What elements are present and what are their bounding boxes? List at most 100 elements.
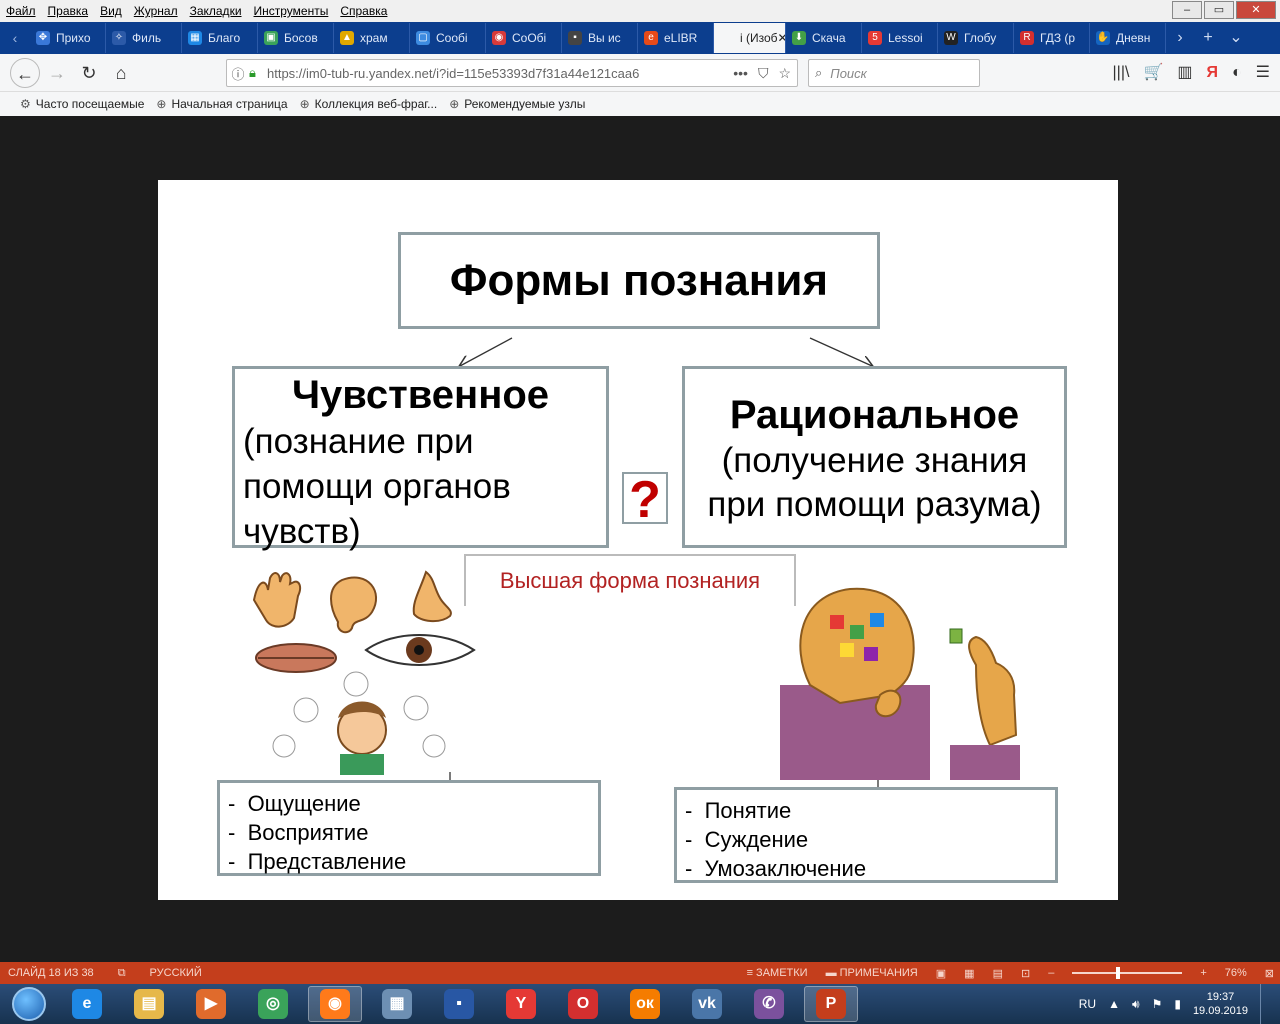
browser-tab[interactable]: W Глобу [938,23,1014,53]
language-indicator[interactable]: РУССКИЙ [150,967,202,979]
browser-tab[interactable]: ▢ Сообі [410,23,486,53]
normal-view-icon[interactable]: ▣ [936,967,946,980]
rational-box: Рациональное (получение знания при помощ… [682,366,1067,548]
tab-favicon-icon: e [644,31,658,45]
library-icon[interactable]: |||\ [1113,59,1130,87]
browser-tab[interactable]: ▣ Босов [258,23,334,53]
zoom-slider[interactable] [1072,967,1183,979]
taskbar-save-disk-icon[interactable]: ▪ [432,986,486,1022]
menu-history[interactable]: Журнал [128,4,184,18]
browser-tab[interactable]: ◉ СоОбі [486,23,562,53]
browser-tab[interactable]: ▲ храм [334,23,410,53]
taskbar-chrome-icon[interactable]: ◎ [246,986,300,1022]
browser-tab[interactable]: ▪ Вы ис [562,23,638,53]
forward-icon[interactable]: → [42,58,72,88]
taskbar-yandex-icon[interactable]: Y [494,986,548,1022]
browser-tab[interactable]: i (Изоб✕ [714,23,786,53]
tab-label: eLIBR [664,31,698,45]
browser-tab[interactable]: 5 Lessoі [862,23,938,53]
maximize-button[interactable]: ▭ [1204,1,1234,19]
zoom-out-icon[interactable]: – [1048,967,1054,979]
tab-scroll-right-icon[interactable]: › [1166,22,1194,54]
minimize-button[interactable]: – [1172,1,1202,19]
browser-tab[interactable]: ▦ Благо [182,23,258,53]
taskbar-viber-icon[interactable]: ✆ [742,986,796,1022]
reading-view-icon[interactable]: ▤ [993,967,1003,980]
browser-tab[interactable]: ✥ Прихо [30,23,106,53]
fit-slide-icon[interactable]: ⊠ [1265,967,1274,980]
gear-icon: ⚙ [20,97,31,111]
browser-tab[interactable]: ✋ Дневн [1090,23,1166,53]
tab-scroll-left-icon[interactable]: ‹ [0,22,30,54]
account-icon[interactable]: ◐ [1232,59,1242,87]
tab-favicon-icon: ▢ [416,31,430,45]
clock[interactable]: 19:37 19.09.2019 [1193,990,1248,1018]
tab-close-icon[interactable]: ✕ [778,31,785,45]
taskbar-powerpoint-icon[interactable]: P [804,986,858,1022]
zoom-in-icon[interactable]: + [1200,967,1206,979]
slide-image[interactable]: Формы познания Чувственное (познание при… [158,180,1118,900]
taskbar-calculator-icon[interactable]: ▦ [370,986,424,1022]
language-indicator[interactable]: RU [1079,997,1096,1011]
network-icon[interactable]: ▮ [1174,997,1181,1011]
bookmark-web-slices[interactable]: ⊕ Коллекция веб-фраг... [300,97,438,111]
browser-tab[interactable]: e eLIBR [638,23,714,53]
menu-tools[interactable]: Инструменты [248,4,335,18]
show-desktop-button[interactable] [1260,984,1274,1024]
tab-label: Дневн [1116,31,1151,45]
bookmark-start-page[interactable]: ⊕ Начальная страница [156,97,287,111]
yandex-icon[interactable]: Я [1206,59,1218,87]
zoom-level[interactable]: 76% [1225,967,1247,979]
menu-file[interactable]: Файл [0,4,42,18]
slideshow-icon[interactable]: ⊡ [1021,967,1030,980]
tray-expand-icon[interactable]: ▲ [1108,997,1120,1011]
opera-glyph: O [568,989,598,1019]
back-icon[interactable]: ← [10,57,40,88]
menu-edit[interactable]: Правка [42,4,95,18]
tab-list-icon[interactable]: ⌄ [1222,22,1250,54]
menu-help[interactable]: Справка [334,4,393,18]
browser-tab[interactable]: ✧ Филь [106,23,182,53]
menu-icon[interactable]: ☰ [1256,59,1270,87]
slide-sorter-icon[interactable]: ▦ [964,967,974,980]
rational-description: (получение знания при помощи разума) [707,441,1042,524]
action-center-icon[interactable]: ⚑ [1152,997,1163,1011]
zoom-thumb[interactable] [1116,967,1121,979]
bookmark-most-visited[interactable]: ⚙ Часто посещаемые [20,97,144,111]
menu-bookmarks[interactable]: Закладки [184,4,248,18]
info-icon[interactable]: ⓘ [227,64,249,83]
menu-view[interactable]: Вид [94,4,128,18]
volume-icon[interactable]: 🔊︎ [1132,997,1140,1012]
new-tab-icon[interactable]: + [1194,22,1222,54]
spellcheck-icon[interactable]: ⧉ [118,967,126,980]
close-button[interactable]: ✕ [1236,1,1276,19]
taskbar-internet-explorer-icon[interactable]: e [60,986,114,1022]
taskbar-firefox-icon[interactable]: ◉ [308,986,362,1022]
taskbar-media-player-icon[interactable]: ▶ [184,986,238,1022]
url-bar[interactable]: ⓘ 🔒︎ https://im0-tub-ru.yandex.net/i?id=… [226,59,798,87]
vkontakte-glyph: vk [692,989,722,1019]
pocket-icon[interactable]: ⛉ [758,65,769,82]
reload-icon[interactable]: ↻ [74,58,104,88]
sidebar-icon[interactable]: ▥ [1177,59,1192,87]
taskbar-opera-icon[interactable]: O [556,986,610,1022]
taskbar-file-explorer-icon[interactable]: ▤ [122,986,176,1022]
notes-button[interactable]: ≡ ЗАМЕТКИ [747,967,808,979]
navigation-bar: ← → ↻ ⌂ ⓘ 🔒︎ https://im0-tub-ru.yandex.n… [0,54,1280,92]
taskbar-vkontakte-icon[interactable]: vk [680,986,734,1022]
bookmark-star-icon[interactable]: ☆ [778,65,791,82]
tab-label: Благо [208,31,241,45]
browser-tab[interactable]: R ГДЗ (р [1014,23,1090,53]
search-input[interactable]: ⌕ Поиск [808,59,980,87]
bookmark-label: Начальная страница [171,97,288,111]
url-text[interactable]: https://im0-tub-ru.yandex.net/i?id=115e5… [267,66,707,81]
home-icon[interactable]: ⌂ [106,58,136,88]
page-actions-icon[interactable]: ••• [733,65,748,82]
browser-tab[interactable]: ⬇ Скача [786,23,862,53]
start-button[interactable] [6,984,52,1024]
comments-button[interactable]: ▬ ПРИМЕЧАНИЯ [826,967,918,979]
bookmark-suggested-sites[interactable]: ⊕ Рекомендуемые узлы [449,97,585,111]
taskbar-odnoklassniki-icon[interactable]: ок [618,986,672,1022]
child-icon [272,671,446,775]
cart-icon[interactable]: 🛒 [1143,59,1163,87]
